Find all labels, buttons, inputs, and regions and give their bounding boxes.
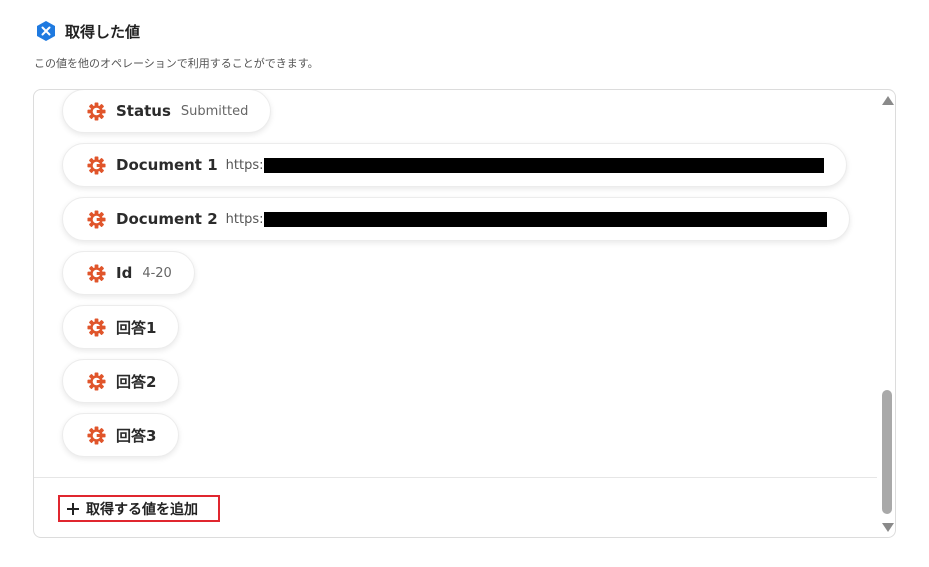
scrollbar-thumb[interactable] — [882, 390, 892, 514]
field-item-document-2[interactable]: Document 2 https: — [62, 197, 851, 241]
field-label: Id — [116, 264, 133, 282]
gear-icon — [87, 425, 106, 445]
field-item-document-1[interactable]: Document 1 https: — [62, 143, 848, 187]
add-value-button[interactable]: 取得する値を追加 — [58, 495, 220, 522]
plus-icon — [67, 502, 79, 515]
field-label: Status — [116, 102, 171, 120]
field-item-answer-3[interactable]: 回答3 — [62, 413, 180, 457]
field-item-answer-1[interactable]: 回答1 — [62, 305, 180, 349]
field-label: 回答1 — [116, 318, 157, 337]
field-label: Document 1 — [116, 156, 218, 174]
fields-panel: Status Submitted Document 1 https: Docum… — [33, 89, 896, 538]
field-value: 4-20 — [142, 265, 172, 281]
field-list: Status Submitted Document 1 https: Docum… — [34, 90, 877, 475]
section-description: この値を他のオペレーションで利用することができます。 — [34, 57, 319, 70]
redacted-value — [264, 157, 825, 173]
field-label: 回答2 — [116, 372, 157, 391]
hexagon-x-icon — [37, 21, 55, 41]
field-value: Submitted — [180, 103, 249, 119]
scrollbar[interactable] — [879, 90, 896, 537]
field-value: https: — [225, 211, 264, 227]
field-value: https: — [225, 157, 264, 173]
gear-icon — [87, 209, 106, 229]
scroll-down-arrow-icon[interactable] — [882, 523, 894, 532]
field-label: 回答3 — [116, 426, 157, 445]
redacted-value — [264, 211, 828, 227]
field-item-answer-2[interactable]: 回答2 — [62, 359, 180, 403]
page-title: 取得した値 — [65, 22, 141, 41]
gear-icon — [87, 101, 106, 121]
section-header: 取得した値 — [35, 20, 140, 42]
gear-icon — [87, 263, 106, 283]
gear-icon — [87, 371, 106, 391]
field-label: Document 2 — [116, 210, 218, 228]
field-item-status[interactable]: Status Submitted — [62, 90, 272, 133]
divider — [34, 477, 877, 478]
add-value-label: 取得する値を追加 — [86, 501, 198, 518]
gear-icon — [87, 155, 106, 175]
scroll-up-arrow-icon[interactable] — [882, 96, 894, 105]
field-item-id[interactable]: Id 4-20 — [62, 251, 195, 295]
gear-icon — [87, 317, 106, 337]
